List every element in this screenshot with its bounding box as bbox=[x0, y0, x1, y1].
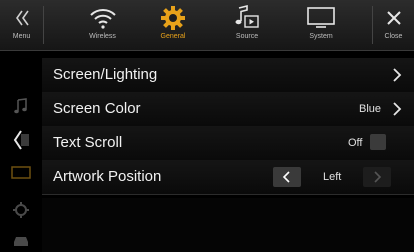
double-chevron-left-icon bbox=[15, 10, 29, 26]
gear-icon bbox=[0, 199, 42, 221]
tab-menu[interactable]: Menu bbox=[0, 0, 43, 50]
artwork-position-next-button[interactable] bbox=[363, 167, 391, 187]
row-label: Artwork Position bbox=[53, 168, 162, 185]
chevron-right-icon bbox=[393, 68, 402, 82]
row-label: Screen Color bbox=[53, 100, 141, 117]
tab-close[interactable]: Close bbox=[373, 0, 414, 50]
row-label: Text Scroll bbox=[53, 134, 123, 151]
close-icon bbox=[386, 11, 401, 25]
tab-system-label: System bbox=[309, 33, 333, 40]
chevron-left-icon bbox=[282, 171, 290, 183]
row-value: Off bbox=[348, 137, 363, 149]
tab-menu-label: Menu bbox=[12, 33, 31, 40]
music-icon bbox=[0, 95, 42, 117]
row-text-scroll[interactable]: Text Scroll Off bbox=[42, 126, 414, 161]
row-artwork-position: Artwork Position Left bbox=[42, 160, 414, 195]
chevron-right-icon bbox=[374, 171, 382, 183]
car-icon bbox=[0, 231, 42, 251]
back-chevron-icon bbox=[13, 130, 29, 150]
artwork-position-prev-button[interactable] bbox=[273, 167, 301, 187]
tab-system[interactable]: System bbox=[265, 0, 377, 50]
text-scroll-checkbox[interactable] bbox=[370, 134, 386, 150]
chevron-right-icon bbox=[393, 102, 402, 116]
row-screen-color[interactable]: Screen Color Blue bbox=[42, 92, 414, 127]
row-screen-lighting[interactable]: Screen/Lighting bbox=[42, 58, 414, 93]
music-source-icon bbox=[235, 5, 259, 28]
gear-icon bbox=[161, 6, 185, 30]
empty-area bbox=[42, 198, 414, 252]
wifi-icon bbox=[89, 9, 116, 29]
back-chevron-button[interactable] bbox=[0, 127, 42, 153]
sidebar bbox=[0, 51, 42, 252]
screen-icon bbox=[0, 163, 42, 183]
row-label: Screen/Lighting bbox=[53, 66, 158, 83]
top-navigation-bar: Menu Wireless General Source System Clos… bbox=[0, 0, 414, 51]
row-value: Blue bbox=[359, 103, 382, 115]
monitor-icon bbox=[307, 7, 335, 28]
row-value: Left bbox=[323, 171, 342, 183]
tab-close-label: Close bbox=[384, 33, 403, 40]
